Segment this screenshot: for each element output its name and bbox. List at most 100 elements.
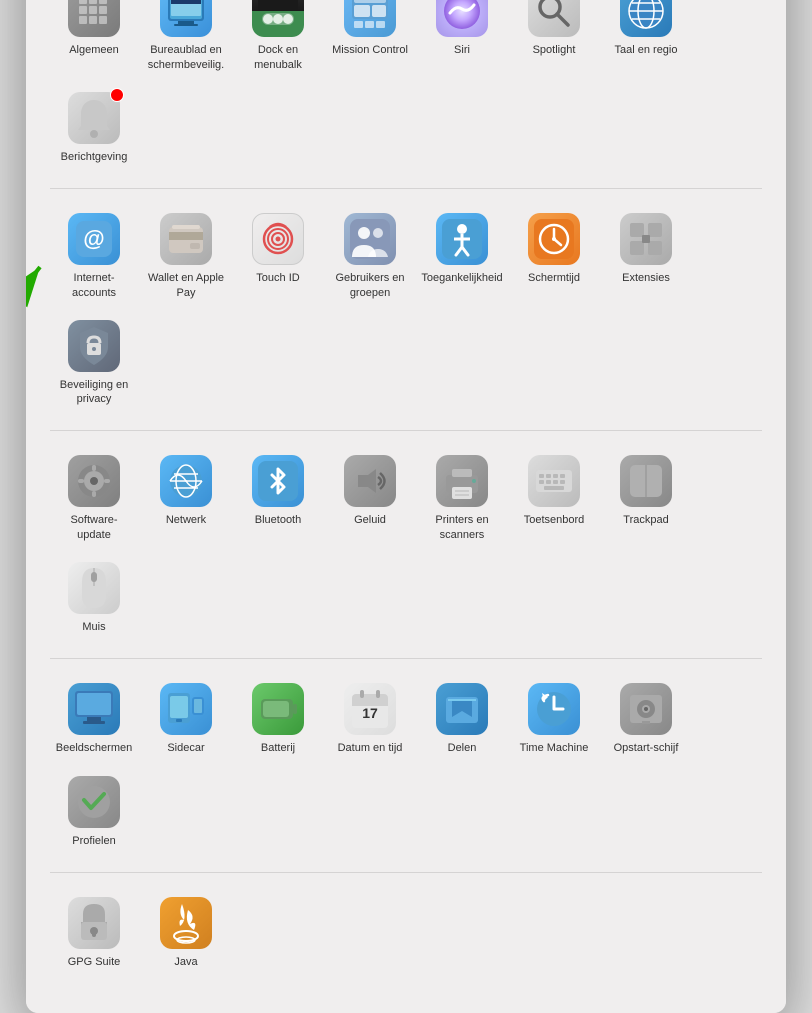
bureaublad-icon <box>160 0 212 37</box>
section-divider-4 <box>50 872 762 873</box>
icon-item-gpg[interactable]: GPG Suite <box>50 889 138 977</box>
datetime-icon: 17 <box>344 683 396 735</box>
sidecar-label: Sidecar <box>167 741 204 755</box>
icon-item-algemeen[interactable]: Algemeen <box>50 0 138 80</box>
icon-item-battery[interactable]: Batterij <box>234 675 322 763</box>
icon-item-sharing[interactable]: Delen <box>418 675 506 763</box>
icon-item-screentime[interactable]: Schermtijd <box>510 205 598 308</box>
section-divider-2 <box>50 430 762 431</box>
internet-label: Internet-accounts <box>54 271 134 300</box>
profiles-label: Profielen <box>72 834 115 848</box>
icon-item-sound[interactable]: Geluid <box>326 447 414 550</box>
battery-label: Batterij <box>261 741 295 755</box>
displays-icon <box>68 683 120 735</box>
icon-item-bureaublad[interactable]: Bureaublad en schermbeveilig. <box>142 0 230 80</box>
printers-icon <box>436 455 488 507</box>
gpg-icon <box>68 897 120 949</box>
icon-item-displays[interactable]: Beeldschermen <box>50 675 138 763</box>
algemeen-icon <box>68 0 120 37</box>
network-icon <box>160 455 212 507</box>
trackpad-label: Trackpad <box>623 513 668 527</box>
icon-item-wallet[interactable]: Wallet en Apple Pay <box>142 205 230 308</box>
spotlight-label: Spotlight <box>533 43 576 57</box>
icon-item-touchid[interactable]: Touch ID <box>234 205 322 308</box>
icon-item-bluetooth[interactable]: Bluetooth <box>234 447 322 550</box>
sound-label: Geluid <box>354 513 386 527</box>
icon-item-sidecar[interactable]: Sidecar <box>142 675 230 763</box>
icon-item-timemachine[interactable]: Time Machine <box>510 675 598 763</box>
icon-item-siri[interactable]: Siri <box>418 0 506 80</box>
icon-item-taal[interactable]: Taal en regio <box>602 0 690 80</box>
icon-item-keyboard[interactable]: Toetsenbord <box>510 447 598 550</box>
internet-icon: @ <box>68 213 120 265</box>
access-label: Toegankelijkheid <box>421 271 502 285</box>
algemeen-label: Algemeen <box>69 43 119 57</box>
battery-icon <box>252 683 304 735</box>
icon-item-users[interactable]: Gebruikers en groepen <box>326 205 414 308</box>
security-label: Beveiliging en privacy <box>54 378 134 407</box>
system-preferences-window: ‹ › ⠿ Systeemvoorkeuren 🔍 🐺 Stefan <box>26 0 786 1013</box>
berichtgeving-label: Berichtgeving <box>61 150 128 164</box>
icon-item-startup[interactable]: Opstart-schijf <box>602 675 690 763</box>
icon-item-extensions[interactable]: Extensies <box>602 205 690 308</box>
icon-item-security[interactable]: Beveiliging en privacy <box>50 312 138 415</box>
icon-item-mission[interactable]: Mission Control <box>326 0 414 80</box>
bureaublad-label: Bureaublad en schermbeveilig. <box>146 43 226 72</box>
extensions-icon <box>620 213 672 265</box>
notification-badge <box>110 88 124 102</box>
java-label: Java <box>174 955 197 969</box>
main-content: Algemeen Bureaublad en schermbeveilig. <box>26 0 786 1013</box>
svg-text:17: 17 <box>362 705 378 721</box>
keyboard-label: Toetsenbord <box>524 513 585 527</box>
spotlight-icon <box>528 0 580 37</box>
taal-icon <box>620 0 672 37</box>
software-icon <box>68 455 120 507</box>
grid-row-1: Algemeen Bureaublad en schermbeveilig. <box>50 0 762 172</box>
wallet-icon <box>160 213 212 265</box>
siri-label: Siri <box>454 43 470 57</box>
touchid-label: Touch ID <box>256 271 299 285</box>
java-icon <box>160 897 212 949</box>
icon-item-datetime[interactable]: 17 Datum en tijd <box>326 675 414 763</box>
sound-icon <box>344 455 396 507</box>
sharing-icon-box2 <box>436 683 488 735</box>
touchid-icon <box>252 213 304 265</box>
gpg-label: GPG Suite <box>68 955 121 969</box>
siri-icon <box>436 0 488 37</box>
icon-item-network[interactable]: Netwerk <box>142 447 230 550</box>
berichtgeving-icon <box>68 92 120 144</box>
printers-label: Printers en scanners <box>422 513 502 542</box>
grid-row-2: @ Internet-accounts Wallet en Apple Pay <box>50 205 762 414</box>
users-label: Gebruikers en groepen <box>330 271 410 300</box>
keyboard-icon <box>528 455 580 507</box>
taal-label: Taal en regio <box>615 43 678 57</box>
dock-icon <box>252 0 304 37</box>
bluetooth-icon <box>252 455 304 507</box>
section-divider-1 <box>50 188 762 189</box>
software-label: Software-update <box>54 513 134 542</box>
startup-label: Opstart-schijf <box>614 741 679 755</box>
grid-row-3: Software-update Netwerk <box>50 447 762 642</box>
icon-item-profiles[interactable]: Profielen <box>50 768 138 856</box>
icon-item-access[interactable]: Toegankelijkheid <box>418 205 506 308</box>
icon-item-software[interactable]: Software-update <box>50 447 138 550</box>
section-divider-3 <box>50 658 762 659</box>
displays-label: Beeldschermen <box>56 741 132 755</box>
icon-item-internet[interactable]: @ Internet-accounts <box>50 205 138 308</box>
icon-item-spotlight[interactable]: Spotlight <box>510 0 598 80</box>
icon-item-berichtgeving[interactable]: Berichtgeving <box>50 84 138 172</box>
icon-item-trackpad[interactable]: Trackpad <box>602 447 690 550</box>
mouse-label: Muis <box>82 620 105 634</box>
sharing-label2: Delen <box>448 741 477 755</box>
network-label: Netwerk <box>166 513 206 527</box>
grid-row-4: Beeldschermen Sidecar <box>50 675 762 856</box>
icon-item-printers[interactable]: Printers en scanners <box>418 447 506 550</box>
icon-item-mouse[interactable]: Muis <box>50 554 138 642</box>
icon-item-java[interactable]: Java <box>142 889 230 977</box>
timemachine-label: Time Machine <box>520 741 589 755</box>
grid-row-5: GPG Suite Java <box>50 889 762 977</box>
icon-item-dock[interactable]: Dock en menubalk <box>234 0 322 80</box>
security-icon <box>68 320 120 372</box>
trackpad-icon <box>620 455 672 507</box>
users-icon <box>344 213 396 265</box>
